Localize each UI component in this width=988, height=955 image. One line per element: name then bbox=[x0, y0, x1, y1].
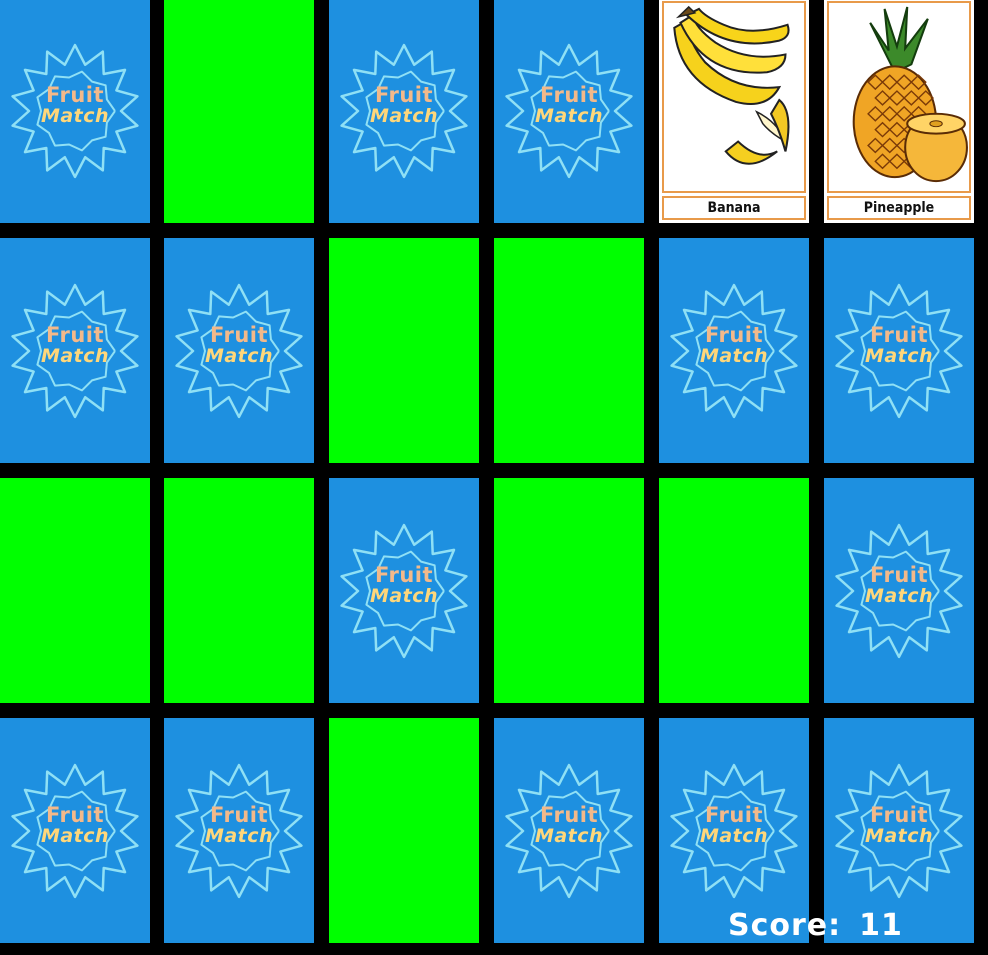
fruit-match-logo: Fruit Match bbox=[10, 281, 140, 421]
banana-icon bbox=[662, 1, 806, 193]
card-facedown[interactable]: Fruit Match bbox=[0, 718, 150, 943]
logo-text-fruit: Fruit bbox=[869, 562, 929, 587]
logo-text-match: Match bbox=[40, 824, 110, 847]
fruit-match-logo: Fruit Match bbox=[174, 761, 304, 901]
fruit-match-logo: Fruit Match bbox=[504, 41, 634, 181]
fruit-match-logo: Fruit Match bbox=[504, 761, 634, 901]
score-value: 11 bbox=[859, 908, 903, 943]
score-display: Score: 11 bbox=[728, 908, 921, 943]
card-facedown[interactable]: Fruit Match bbox=[494, 0, 644, 223]
fruit-match-logo: Fruit Match bbox=[669, 761, 799, 901]
card-facedown[interactable]: Fruit Match bbox=[824, 238, 974, 463]
logo-text-match: Match bbox=[40, 104, 110, 127]
card-facedown[interactable]: Fruit Match bbox=[329, 478, 479, 703]
card-matched bbox=[164, 478, 314, 703]
card-facedown[interactable]: Fruit Match bbox=[659, 238, 809, 463]
logo-text-match: Match bbox=[864, 824, 934, 847]
logo-text-fruit: Fruit bbox=[539, 802, 599, 827]
logo-text-match: Match bbox=[534, 824, 604, 847]
logo-text-match: Match bbox=[369, 104, 439, 127]
fruit-match-logo: Fruit Match bbox=[834, 761, 964, 901]
score-label: Score: bbox=[728, 908, 842, 943]
fruit-match-logo: Fruit Match bbox=[339, 521, 469, 661]
fruit-match-logo: Fruit Match bbox=[339, 41, 469, 181]
logo-text-fruit: Fruit bbox=[869, 802, 929, 827]
logo-text-match: Match bbox=[369, 584, 439, 607]
logo-text-fruit: Fruit bbox=[209, 802, 269, 827]
logo-text-fruit: Fruit bbox=[869, 322, 929, 347]
card-faceup-banana[interactable]: Banana bbox=[659, 0, 809, 223]
logo-text-fruit: Fruit bbox=[209, 322, 269, 347]
card-matched bbox=[659, 478, 809, 703]
logo-text-fruit: Fruit bbox=[539, 82, 599, 107]
logo-text-fruit: Fruit bbox=[45, 802, 105, 827]
card-matched bbox=[0, 478, 150, 703]
fruit-match-logo: Fruit Match bbox=[10, 41, 140, 181]
pineapple-icon bbox=[827, 1, 971, 193]
fruit-match-logo: Fruit Match bbox=[174, 281, 304, 421]
fruit-match-logo: Fruit Match bbox=[669, 281, 799, 421]
card-facedown[interactable]: Fruit Match bbox=[0, 0, 150, 223]
logo-text-fruit: Fruit bbox=[374, 82, 434, 107]
card-label: Pineapple bbox=[827, 196, 971, 220]
logo-text-fruit: Fruit bbox=[45, 82, 105, 107]
card-faceup-pineapple[interactable]: Pineapple bbox=[824, 0, 974, 223]
logo-text-fruit: Fruit bbox=[704, 802, 764, 827]
logo-text-match: Match bbox=[534, 104, 604, 127]
logo-text-match: Match bbox=[864, 584, 934, 607]
card-facedown[interactable]: Fruit Match bbox=[164, 718, 314, 943]
game-board: Fruit Match Fruit Match Fruit Match Banana Pine… bbox=[0, 0, 988, 955]
card-matched bbox=[494, 238, 644, 463]
logo-text-match: Match bbox=[204, 344, 274, 367]
logo-text-fruit: Fruit bbox=[704, 322, 764, 347]
logo-text-match: Match bbox=[699, 344, 769, 367]
logo-text-match: Match bbox=[40, 344, 110, 367]
fruit-match-logo: Fruit Match bbox=[834, 281, 964, 421]
logo-text-match: Match bbox=[864, 344, 934, 367]
card-label: Banana bbox=[662, 196, 806, 220]
fruit-match-logo: Fruit Match bbox=[834, 521, 964, 661]
card-matched bbox=[329, 718, 479, 943]
card-facedown[interactable]: Fruit Match bbox=[164, 238, 314, 463]
card-matched bbox=[494, 478, 644, 703]
card-matched bbox=[329, 238, 479, 463]
fruit-match-logo: Fruit Match bbox=[10, 761, 140, 901]
logo-text-fruit: Fruit bbox=[374, 562, 434, 587]
card-facedown[interactable]: Fruit Match bbox=[0, 238, 150, 463]
card-facedown[interactable]: Fruit Match bbox=[824, 478, 974, 703]
card-matched bbox=[164, 0, 314, 223]
logo-text-fruit: Fruit bbox=[45, 322, 105, 347]
logo-text-match: Match bbox=[699, 824, 769, 847]
card-facedown[interactable]: Fruit Match bbox=[329, 0, 479, 223]
card-facedown[interactable]: Fruit Match bbox=[494, 718, 644, 943]
logo-text-match: Match bbox=[204, 824, 274, 847]
